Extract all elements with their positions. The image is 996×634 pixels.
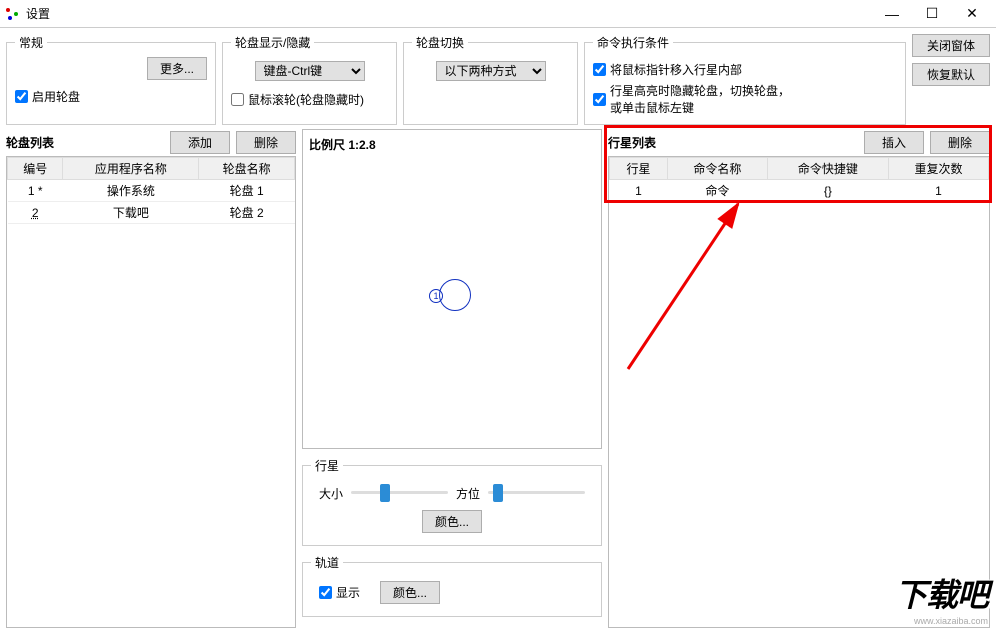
condition-group: 命令执行条件 将鼠标指针移入行星内部 行星高亮时隐藏轮盘，切换轮盘，或单击鼠标左… bbox=[584, 34, 906, 125]
table-row[interactable]: 1 * 操作系统 轮盘 1 bbox=[8, 180, 295, 202]
orbit-group: 轨道 显示 颜色... bbox=[302, 554, 602, 617]
condition-opt2-input[interactable] bbox=[593, 93, 606, 106]
planet-table[interactable]: 行星 命令名称 命令快捷键 重复次数 1 命令 {} 1 bbox=[608, 156, 990, 628]
general-legend: 常规 bbox=[15, 34, 47, 51]
planet-legend: 行星 bbox=[311, 457, 343, 474]
orbit-color-button[interactable]: 颜色... bbox=[380, 581, 440, 604]
table-row[interactable]: 2 下载吧 轮盘 2 bbox=[8, 202, 295, 224]
general-group: 常规 更多... 启用轮盘 bbox=[6, 34, 216, 125]
condition-opt2-checkbox[interactable]: 行星高亮时隐藏轮盘，切换轮盘，或单击鼠标左键 bbox=[593, 82, 897, 116]
wheel-list-title: 轮盘列表 bbox=[6, 134, 164, 151]
more-button[interactable]: 更多... bbox=[147, 57, 207, 80]
display-group: 轮盘显示/隐藏 键盘-Ctrl键 鼠标滚轮(轮盘隐藏时) bbox=[222, 34, 397, 125]
size-label: 大小 bbox=[319, 485, 343, 502]
close-button[interactable]: ✕ bbox=[952, 2, 992, 26]
display-legend: 轮盘显示/隐藏 bbox=[231, 34, 314, 51]
app-icon bbox=[4, 6, 20, 22]
planet-insert-button[interactable]: 插入 bbox=[864, 131, 924, 154]
minimize-button[interactable]: — bbox=[872, 2, 912, 26]
direction-slider[interactable] bbox=[488, 484, 585, 502]
wheel-delete-button[interactable]: 删除 bbox=[236, 131, 296, 154]
restore-default-button[interactable]: 恢复默认 bbox=[912, 63, 990, 86]
maximize-button[interactable]: ☐ bbox=[912, 2, 952, 26]
switch-group: 轮盘切换 以下两种方式 bbox=[403, 34, 578, 125]
condition-opt1-checkbox[interactable]: 将鼠标指针移入行星内部 bbox=[593, 61, 897, 78]
planet-delete-button[interactable]: 删除 bbox=[930, 131, 990, 154]
switch-legend: 轮盘切换 bbox=[412, 34, 468, 51]
planet-group: 行星 大小 方位 颜色... bbox=[302, 457, 602, 546]
orbit-show-input[interactable] bbox=[319, 586, 332, 599]
mouse-scroll-input[interactable] bbox=[231, 93, 244, 106]
condition-opt1-input[interactable] bbox=[593, 63, 606, 76]
table-row[interactable]: 1 命令 {} 1 bbox=[610, 180, 989, 202]
close-window-button[interactable]: 关闭窗体 bbox=[912, 34, 990, 57]
display-dropdown[interactable]: 键盘-Ctrl键 bbox=[255, 61, 365, 81]
watermark: 下载吧 www.xiazaiba.com bbox=[895, 570, 988, 626]
condition-legend: 命令执行条件 bbox=[593, 34, 673, 51]
titlebar: 设置 — ☐ ✕ bbox=[0, 0, 996, 28]
wheel-add-button[interactable]: 添加 bbox=[170, 131, 230, 154]
size-slider[interactable] bbox=[351, 484, 448, 502]
enable-wheel-input[interactable] bbox=[15, 90, 28, 103]
planet-color-button[interactable]: 颜色... bbox=[422, 510, 482, 533]
orbit-legend: 轨道 bbox=[311, 554, 343, 571]
switch-dropdown[interactable]: 以下两种方式 bbox=[436, 61, 546, 81]
planet-list-title: 行星列表 bbox=[608, 134, 858, 151]
mouse-scroll-checkbox[interactable]: 鼠标滚轮(轮盘隐藏时) bbox=[231, 91, 388, 108]
direction-label: 方位 bbox=[456, 485, 480, 502]
wheel-table[interactable]: 编号 应用程序名称 轮盘名称 1 * 操作系统 轮盘 1 2 下载吧 bbox=[6, 156, 296, 628]
enable-wheel-checkbox[interactable]: 启用轮盘 bbox=[15, 88, 207, 105]
scale-title: 比例尺 1:2.8 bbox=[309, 136, 595, 153]
scale-box: 比例尺 1:2.8 1 bbox=[302, 129, 602, 449]
orbit-show-checkbox[interactable]: 显示 bbox=[319, 584, 360, 601]
planet-circle bbox=[439, 279, 471, 311]
window-title: 设置 bbox=[26, 5, 50, 22]
